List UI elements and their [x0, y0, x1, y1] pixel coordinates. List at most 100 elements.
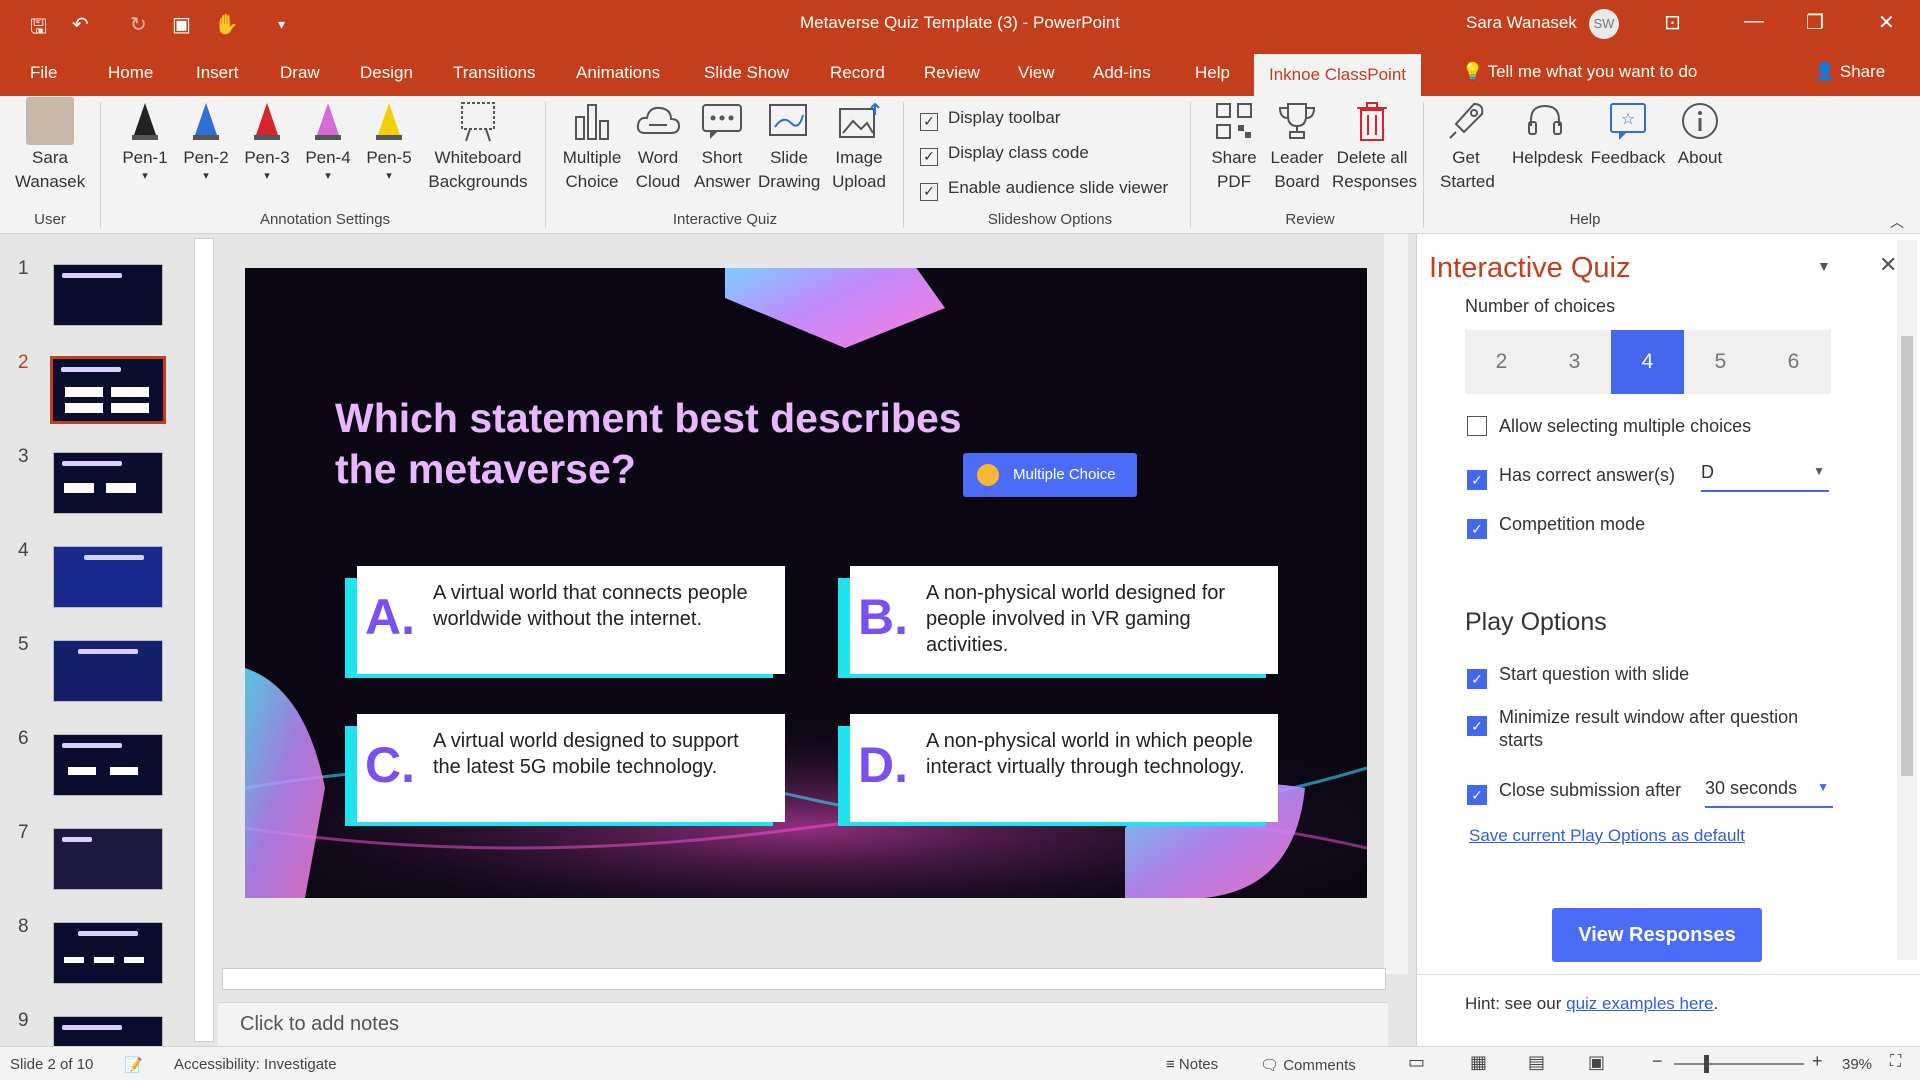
fit-to-window-icon[interactable]: ⛶ — [1890, 1053, 1901, 1071]
tab-add-ins[interactable]: Add-ins — [1093, 63, 1151, 83]
quiz-examples-link[interactable]: quiz examples here — [1566, 994, 1713, 1013]
tab-draw[interactable]: Draw — [280, 63, 320, 83]
display-toolbar-checkbox[interactable]: ✓ Display toolbar — [920, 108, 1060, 131]
tab-insert[interactable]: Insert — [196, 63, 239, 83]
restore-icon[interactable]: ❐ — [1806, 10, 1824, 35]
horizontal-scrollbar[interactable] — [222, 968, 1386, 990]
accessibility-status[interactable]: Accessibility: Investigate — [174, 1056, 337, 1073]
ribbon-display-icon[interactable]: ⊡ — [1664, 10, 1681, 35]
pen-3-button[interactable]: Pen-3 ▾ — [239, 96, 295, 182]
start-with-slide-checkbox[interactable]: ✓ Start question with slide — [1467, 664, 1689, 689]
pane-options-icon[interactable]: ▼ — [1817, 258, 1831, 274]
comments-toggle[interactable]: 🗨 Comments — [1260, 1056, 1356, 1074]
spellcheck-icon[interactable]: 📝 — [124, 1056, 143, 1074]
zoom-slider[interactable] — [1674, 1055, 1804, 1073]
share-pdf-button[interactable]: Share PDF — [1204, 96, 1264, 194]
tab-review[interactable]: Review — [924, 63, 980, 83]
word-cloud-button[interactable]: Word Cloud — [631, 96, 685, 194]
normal-view-icon[interactable]: ▭ — [1408, 1052, 1425, 1073]
tab-transitions[interactable]: Transitions — [453, 63, 536, 83]
pen-5-button[interactable]: Pen-5 ▾ — [361, 96, 417, 182]
user-profile-button[interactable]: Sara Wanasek — [10, 96, 90, 194]
zoom-level[interactable]: 39% — [1842, 1056, 1872, 1073]
pane-scrollbar[interactable] — [1897, 240, 1917, 960]
whiteboard-backgrounds-button[interactable]: Whiteboard Backgrounds — [423, 96, 533, 194]
view-responses-button[interactable]: View Responses — [1552, 908, 1762, 962]
thumbnails-scrollbar[interactable] — [194, 238, 214, 1042]
trophy-icon — [1278, 103, 1316, 139]
close-after-dropdown[interactable]: 30 seconds ▼ — [1705, 778, 1833, 808]
collapse-ribbon-icon[interactable]: ︿ — [1890, 212, 1904, 232]
about-button[interactable]: About — [1672, 96, 1728, 170]
customize-toolbar-icon[interactable]: ▾ — [278, 16, 285, 33]
slideshow-view-icon[interactable]: ▣ — [1588, 1052, 1605, 1073]
feedback-button[interactable]: ☆ Feedback — [1586, 96, 1670, 170]
tab-home[interactable]: Home — [108, 63, 153, 83]
zoom-out-icon[interactable]: − — [1652, 1051, 1663, 1072]
multiple-choice-badge[interactable]: Multiple Choice — [963, 453, 1137, 497]
correct-answer-dropdown[interactable]: D ▼ — [1701, 462, 1829, 492]
tab-inknoe-classpoint[interactable]: Inknoe ClassPoint — [1254, 54, 1421, 96]
redo-icon[interactable]: ↻ — [130, 12, 147, 37]
tab-file[interactable]: File — [30, 63, 57, 83]
display-class-code-checkbox[interactable]: ✓ Display class code — [920, 143, 1089, 166]
tab-slide-show[interactable]: Slide Show — [704, 63, 789, 83]
close-pane-icon[interactable]: ✕ — [1879, 252, 1897, 278]
account-name[interactable]: Sara Wanasek — [1466, 13, 1577, 33]
choice-count-2[interactable]: 2 — [1465, 330, 1538, 394]
tab-design[interactable]: Design — [360, 63, 413, 83]
slide-thumbnail[interactable] — [53, 640, 163, 702]
slide-sorter-icon[interactable]: ▦ — [1470, 1052, 1487, 1073]
close-submission-checkbox[interactable]: ✓ Close submission after — [1467, 780, 1681, 805]
notes-pane[interactable]: Click to add notes — [218, 1002, 1388, 1046]
choice-count-3[interactable]: 3 — [1538, 330, 1611, 394]
undo-icon[interactable]: ↶ — [72, 12, 89, 37]
close-icon[interactable]: ✕ — [1878, 10, 1895, 35]
choice-count-6[interactable]: 6 — [1757, 330, 1830, 394]
choice-count-4[interactable]: 4 — [1611, 330, 1684, 394]
has-correct-answer-checkbox[interactable]: ✓ Has correct answer(s) — [1467, 465, 1675, 490]
save-default-link[interactable]: Save current Play Options as default — [1469, 826, 1745, 846]
tab-animations[interactable]: Animations — [576, 63, 660, 83]
slide-thumbnail[interactable] — [53, 264, 163, 326]
slide-thumbnail[interactable] — [53, 546, 163, 608]
helpdesk-button[interactable]: Helpdesk — [1512, 96, 1583, 170]
tell-me-search[interactable]: 💡 Tell me what you want to do — [1462, 62, 1697, 82]
pen-2-button[interactable]: Pen-2 ▾ — [178, 96, 234, 182]
vertical-scrollbar[interactable] — [1384, 234, 1408, 974]
short-answer-button[interactable]: Short Answer — [692, 96, 752, 194]
slide-thumbnail[interactable] — [53, 922, 163, 984]
save-icon[interactable]: 🖫 — [30, 12, 47, 46]
present-icon[interactable]: ▣ — [172, 12, 191, 37]
tab-view[interactable]: View — [1018, 63, 1055, 83]
slide-drawing-button[interactable]: Slide Drawing — [756, 96, 822, 194]
slide-thumbnail-selected[interactable] — [50, 356, 166, 424]
choice-count-5[interactable]: 5 — [1684, 330, 1757, 394]
tab-record[interactable]: Record — [830, 63, 885, 83]
slide-canvas[interactable]: Which statement best describes the metav… — [245, 268, 1367, 898]
zoom-in-icon[interactable]: + — [1812, 1051, 1823, 1072]
leader-board-button[interactable]: Leader Board — [1266, 96, 1328, 194]
speech-bubble-icon — [702, 104, 742, 139]
allow-multiple-checkbox[interactable]: Allow selecting multiple choices — [1467, 416, 1751, 437]
delete-all-responses-button[interactable]: Delete all Responses — [1330, 96, 1417, 194]
notes-toggle[interactable]: ≡ Notes — [1166, 1056, 1218, 1073]
avatar[interactable]: SW — [1589, 9, 1619, 39]
touch-mode-icon[interactable]: ✋ — [214, 12, 239, 37]
competition-mode-checkbox[interactable]: ✓ Competition mode — [1467, 514, 1645, 539]
slide-thumbnail[interactable] — [53, 828, 163, 890]
enable-audience-viewer-checkbox[interactable]: ✓ Enable audience slide viewer — [920, 178, 1168, 201]
slide-thumbnail[interactable] — [53, 734, 163, 796]
get-started-button[interactable]: Get Started — [1436, 96, 1496, 194]
tab-help[interactable]: Help — [1195, 63, 1230, 83]
pen-1-button[interactable]: Pen-1 ▾ — [117, 96, 173, 182]
drawing-icon — [769, 104, 807, 136]
pen-4-button[interactable]: Pen-4 ▾ — [300, 96, 356, 182]
multiple-choice-button[interactable]: Multiple Choice — [555, 96, 629, 194]
minimize-icon[interactable]: — — [1744, 10, 1764, 33]
reading-view-icon[interactable]: ▤ — [1528, 1052, 1545, 1073]
image-upload-button[interactable]: Image Upload — [826, 96, 892, 194]
minimize-result-checkbox[interactable]: ✓ Minimize result window after question s… — [1467, 706, 1847, 752]
slide-thumbnail[interactable] — [53, 452, 163, 514]
share-button[interactable]: 👤 Share — [1814, 62, 1885, 82]
